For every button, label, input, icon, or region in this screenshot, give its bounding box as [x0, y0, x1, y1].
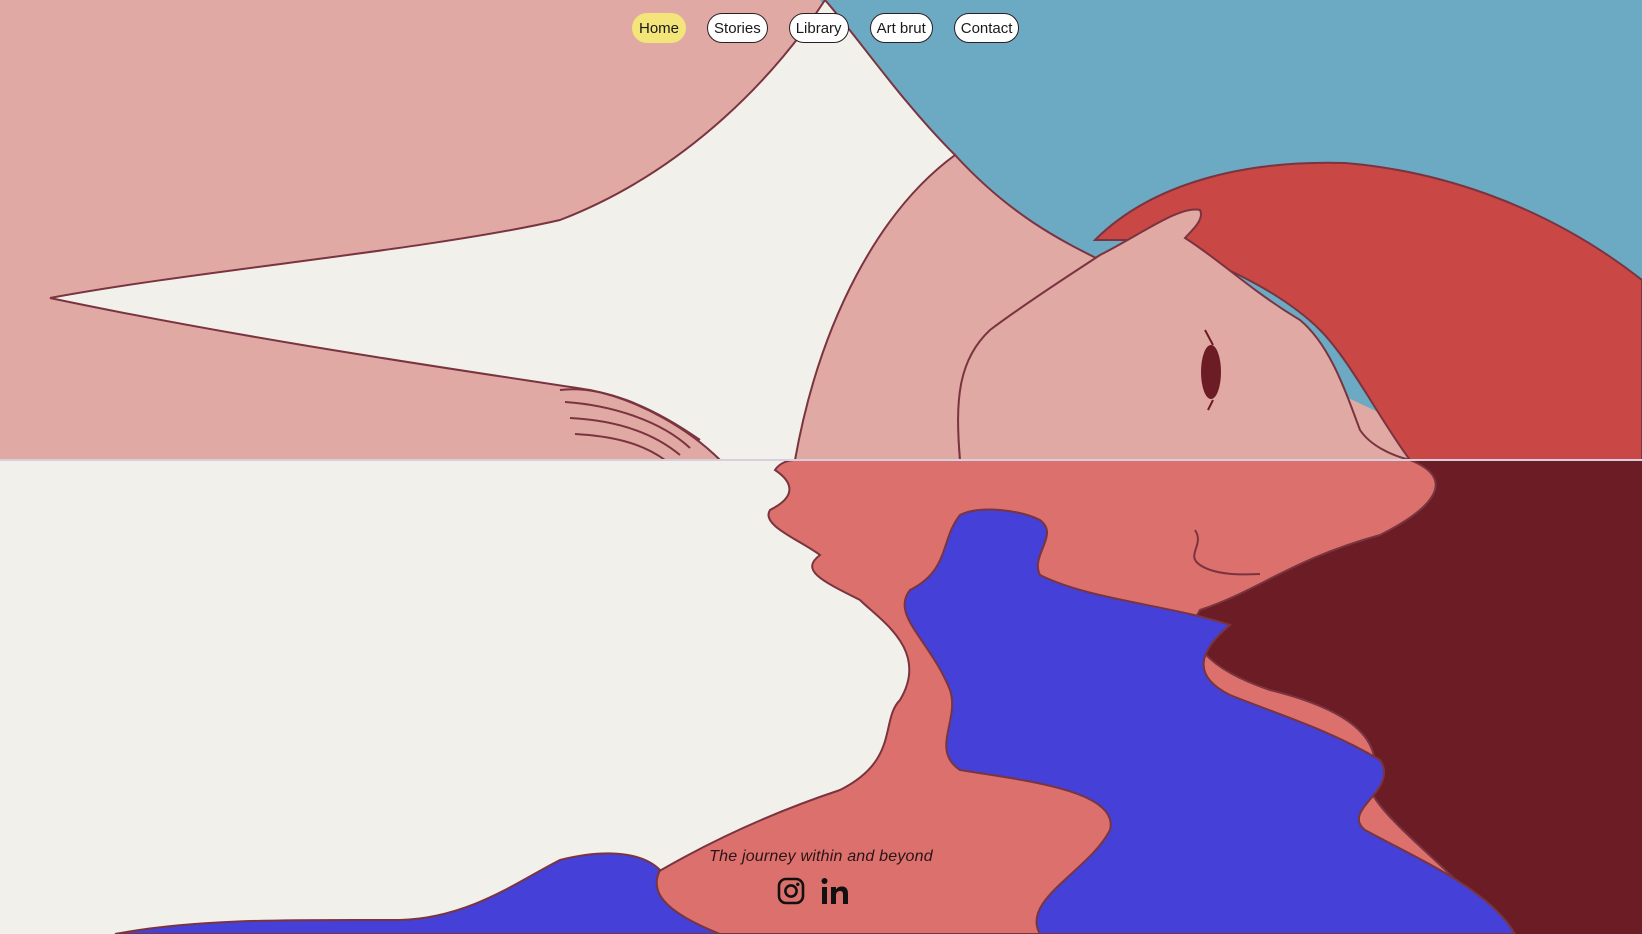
page: Home Stories Library Art brut Contact Th… — [0, 0, 1642, 934]
eye — [1201, 345, 1221, 399]
hero-illustration — [0, 0, 1642, 934]
nav-library[interactable]: Library — [788, 13, 849, 43]
nav-contact[interactable]: Contact — [953, 13, 1020, 43]
instagram-link[interactable] — [776, 875, 806, 907]
social-links — [776, 875, 850, 907]
nav-stories[interactable]: Stories — [707, 13, 768, 43]
main-nav: Home Stories Library Art brut Contact — [632, 13, 1020, 43]
nav-home[interactable]: Home — [632, 13, 687, 43]
nav-art-brut[interactable]: Art brut — [869, 13, 933, 43]
linkedin-link[interactable] — [820, 875, 850, 907]
tagline: The journey within and beyond — [709, 848, 933, 865]
linkedin-icon — [821, 878, 848, 904]
instagram-icon — [777, 877, 805, 905]
